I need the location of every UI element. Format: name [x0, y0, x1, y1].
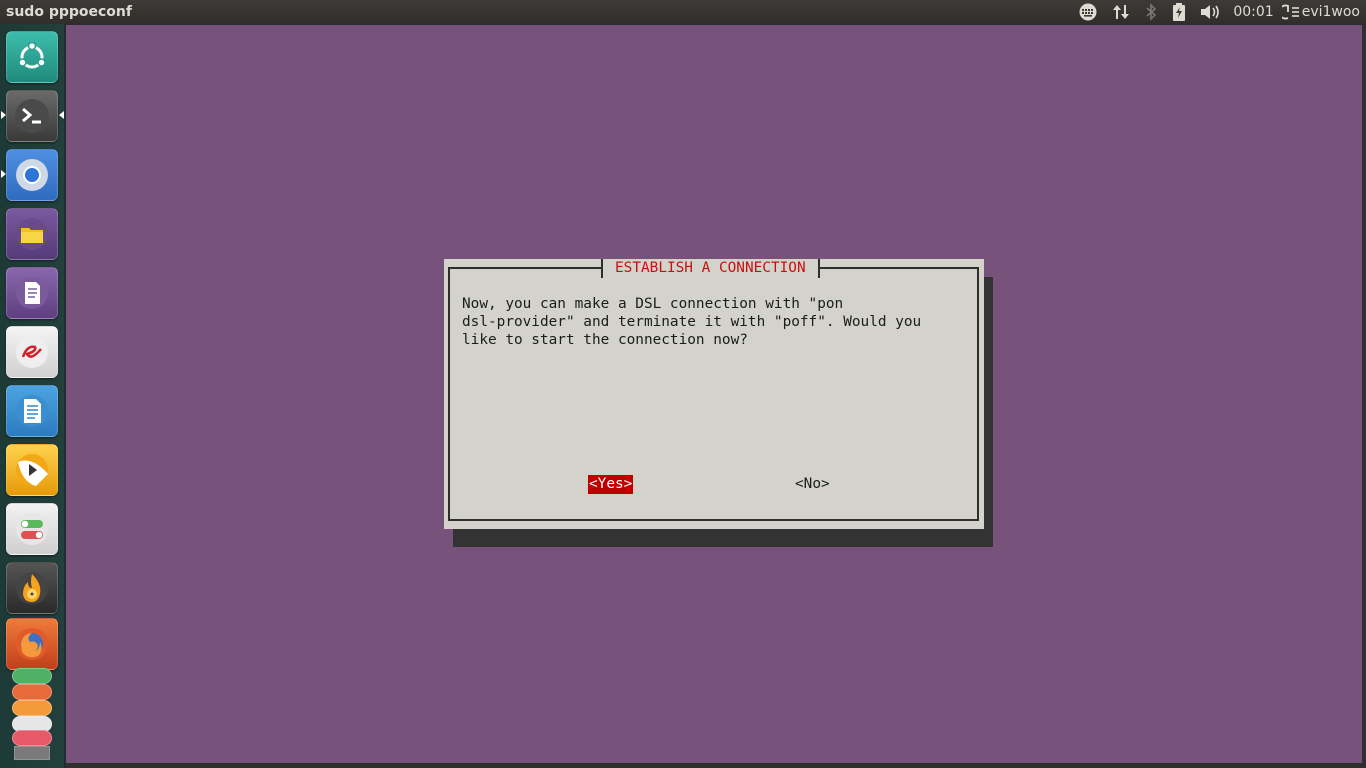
bluetooth-icon[interactable]: [1137, 0, 1165, 24]
window-bottom-border: [66, 763, 1366, 768]
indicator-area: 00:01 evi1woo: [1071, 0, 1366, 24]
libreoffice-writer-icon[interactable]: [6, 385, 58, 437]
media-player-icon[interactable]: [6, 444, 58, 496]
ubuntu-dash-icon[interactable]: [6, 31, 58, 83]
terminal-icon[interactable]: [6, 90, 58, 142]
battery-icon[interactable]: [1165, 0, 1193, 24]
system-settings-icon[interactable]: [6, 503, 58, 555]
dialog-message: Now, you can make a DSL connection with …: [462, 296, 922, 348]
no-button[interactable]: <No>: [794, 475, 831, 494]
clock[interactable]: 00:01: [1229, 4, 1281, 20]
establish-connection-dialog: ESTABLISH A CONNECTION Now, you can make…: [444, 259, 984, 529]
chromium-icon[interactable]: [6, 149, 58, 201]
user-name[interactable]: evi1woo: [1302, 4, 1366, 20]
top-panel: sudo pppoeconf 00:01 evi1woo: [0, 0, 1366, 24]
keyboard-icon[interactable]: [1071, 0, 1105, 24]
yes-button[interactable]: <Yes>: [588, 475, 634, 494]
launcher: [0, 24, 65, 768]
volume-icon[interactable]: [1193, 0, 1229, 24]
dialog-title: ESTABLISH A CONNECTION: [601, 259, 820, 278]
power-session-icon[interactable]: [1281, 0, 1302, 24]
burner-icon[interactable]: [6, 562, 58, 614]
window-title: sudo pppoeconf: [6, 4, 132, 20]
firefox-icon[interactable]: [6, 618, 58, 670]
focus-indicator: [59, 111, 64, 119]
files-icon[interactable]: [6, 208, 58, 260]
text-app-icon[interactable]: [6, 326, 58, 378]
stacked-apps-icon[interactable]: [6, 668, 58, 764]
network-updown-icon[interactable]: [1105, 0, 1137, 24]
window-right-border: [1362, 25, 1366, 768]
text-editor-icon[interactable]: [6, 267, 58, 319]
